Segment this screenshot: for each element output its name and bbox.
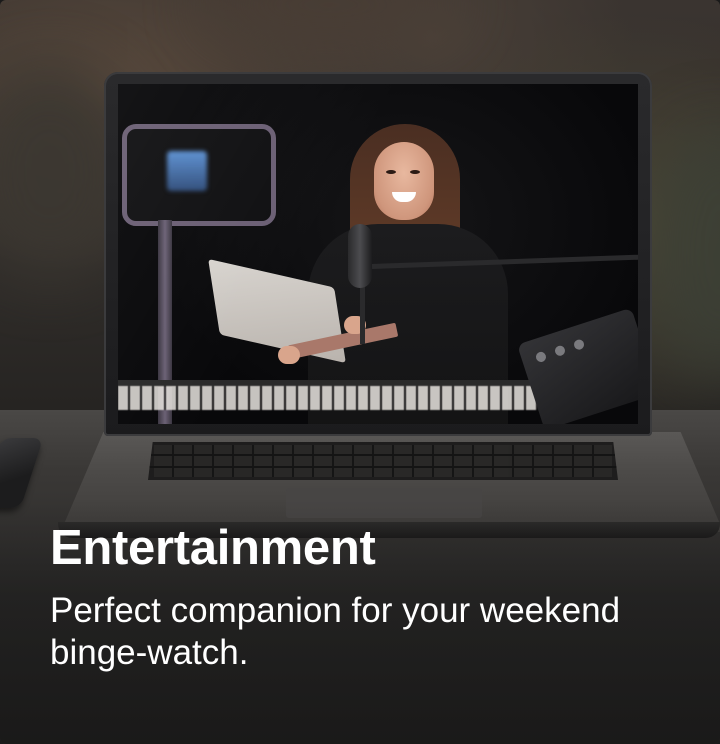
card-title: Entertainment — [50, 521, 376, 575]
card-description: Perfect companion for your weekend binge… — [50, 591, 621, 672]
laptop-keyboard — [148, 442, 618, 480]
presenter-face — [374, 142, 434, 220]
microphone-image — [348, 224, 372, 288]
keyboard-instrument-image — [118, 386, 538, 410]
mic-stand — [360, 284, 365, 344]
laptop-lid — [104, 72, 652, 436]
laptop-screen — [118, 84, 638, 424]
entertainment-card[interactable]: Entertainment Perfect companion for your… — [0, 0, 720, 744]
background-blur — [640, 120, 720, 380]
presenter-eye — [410, 170, 420, 174]
camera-rig-image — [122, 124, 276, 226]
background-blur — [200, 0, 460, 50]
presenter-eye — [386, 170, 396, 174]
card-caption: Entertainment Perfect companion for your… — [50, 518, 670, 674]
presenter-hand — [278, 346, 300, 364]
